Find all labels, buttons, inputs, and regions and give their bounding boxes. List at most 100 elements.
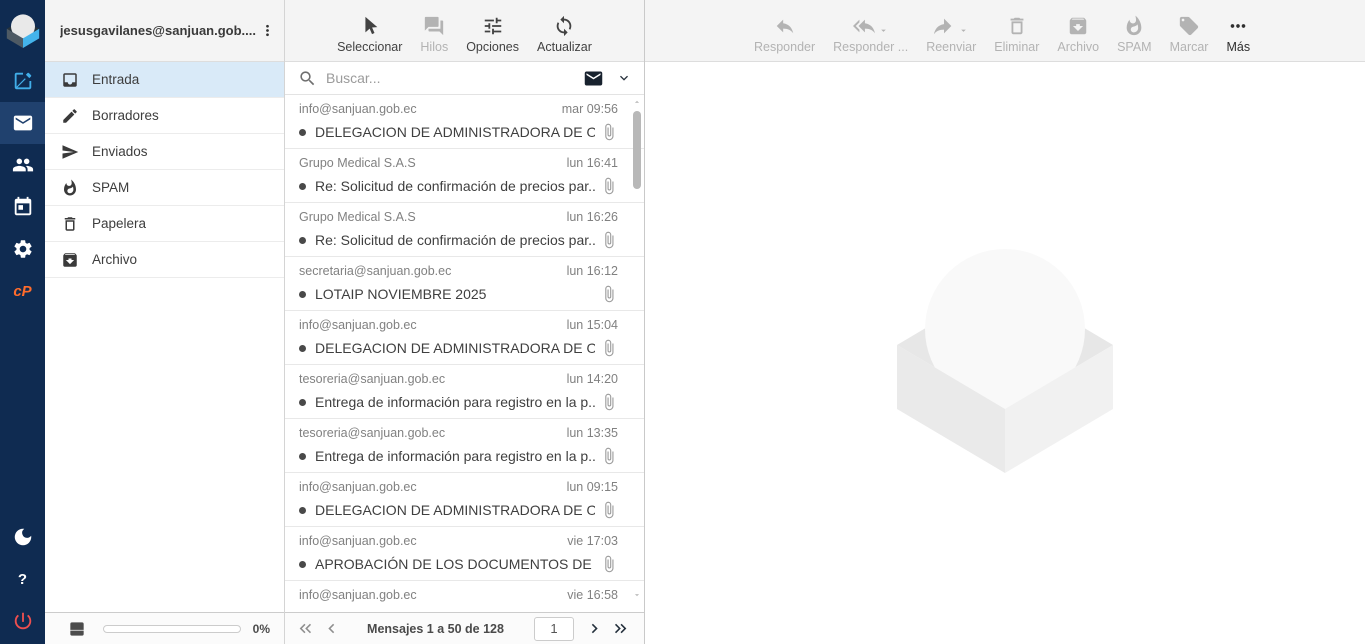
paperclip-icon	[600, 285, 618, 303]
message-sender: info@sanjuan.gob.ec	[299, 102, 417, 116]
folder-label: Papelera	[92, 216, 146, 231]
scrollbar-thumb[interactable]	[633, 111, 641, 189]
first-page-button[interactable]	[293, 617, 317, 641]
folder-item-papelera[interactable]: Papelera	[45, 206, 284, 242]
message_toolbar-button-marcar[interactable]: Marcar	[1161, 13, 1218, 54]
message-time: lun 09:15	[567, 480, 618, 494]
cpanel-icon: cP	[13, 283, 31, 300]
toolbar-button-label: SPAM	[1117, 40, 1152, 54]
calendar-icon	[12, 196, 34, 218]
message-row[interactable]: info@sanjuan.gob.ecmar 09:56DELEGACION D…	[285, 95, 644, 149]
message-row[interactable]: info@sanjuan.gob.eclun 09:15DELEGACION D…	[285, 473, 644, 527]
paperclip-icon	[600, 555, 618, 573]
message_toolbar-button-eliminar[interactable]: Eliminar	[985, 13, 1048, 54]
storage-drive-icon	[67, 619, 87, 639]
list-toolbar: Seleccionar Hilos Opciones Actualizar	[285, 0, 644, 62]
message-row[interactable]: info@sanjuan.gob.ecvie 17:03APROBACIÓN D…	[285, 527, 644, 581]
message-row[interactable]: Grupo Medical S.A.Slun 16:41Re: Solicitu…	[285, 149, 644, 203]
power-icon	[12, 610, 34, 632]
chevron-left-icon	[322, 619, 341, 638]
message-sender: tesoreria@sanjuan.gob.ec	[299, 372, 445, 386]
folder-item-borradores[interactable]: Borradores	[45, 98, 284, 134]
snappymail-logo	[0, 0, 45, 60]
folder-item-entrada[interactable]: Entrada	[45, 62, 284, 98]
message-time: lun 15:04	[567, 318, 618, 332]
search-icon[interactable]	[298, 69, 317, 88]
settings-icon	[12, 238, 34, 260]
message-sender: info@sanjuan.gob.ec	[299, 318, 417, 332]
search-input[interactable]	[326, 70, 583, 86]
account-email: jesusgavilanes@sanjuan.gob....	[60, 23, 256, 38]
message-row[interactable]: info@sanjuan.gob.ec lun 15:04 DELEGACION D…	[285, 311, 644, 365]
scrollbar-down-arrow[interactable]	[632, 590, 642, 600]
rail-item-help[interactable]: ?	[0, 558, 45, 600]
scrollbar-up-arrow[interactable]	[632, 97, 642, 107]
rail-item-logout[interactable]	[0, 600, 45, 642]
folder-item-archivo[interactable]: Archivo	[45, 242, 284, 278]
folder-item-spam[interactable]: SPAM	[45, 170, 284, 206]
message-row[interactable]: secretaria@sanjuan.gob.eclun 16:12LOTAIP…	[285, 257, 644, 311]
unread-dot	[299, 237, 306, 244]
toolbar-button-label: Marcar	[1170, 40, 1209, 54]
tag-icon	[1178, 15, 1200, 37]
unread-dot	[299, 399, 306, 406]
moon-icon	[12, 526, 34, 548]
message-list-pane: Seleccionar Hilos Opciones Actualizar info@…	[285, 0, 645, 644]
message_toolbar-button-reenviar[interactable]: Reenviar	[917, 13, 985, 54]
message-time: vie 16:58	[567, 588, 618, 602]
message-subject: Re: Solicitud de confirmación de precios…	[315, 232, 595, 248]
search-bar	[285, 62, 644, 95]
reply-icon	[774, 15, 796, 37]
message_toolbar-button-archivo[interactable]: Archivo	[1048, 13, 1108, 54]
folder-label: Borradores	[92, 108, 159, 123]
search-options-chevron-down-icon[interactable]	[616, 70, 632, 86]
prev-page-button[interactable]	[319, 617, 343, 641]
list_toolbar-button-seleccionar[interactable]: Seleccionar	[328, 13, 411, 54]
message-subject: LOTAIP NOVIEMBRE 2025	[315, 286, 595, 302]
flame-icon	[1123, 15, 1145, 37]
trash-icon	[1006, 15, 1028, 37]
account-header: jesusgavilanes@sanjuan.gob....	[45, 0, 284, 62]
message-row[interactable]: Grupo Medical S.A.Slun 16:26Re: Solicitu…	[285, 203, 644, 257]
list_toolbar-button-hilos[interactable]: Hilos	[411, 13, 457, 54]
unseen-filter-envelope-icon[interactable]	[583, 68, 604, 89]
message-row[interactable]: info@sanjuan.gob.ecvie 16:58	[285, 581, 644, 612]
message_toolbar-button-responder[interactable]: Responder ...	[824, 13, 917, 54]
contacts-icon	[12, 154, 34, 176]
page-number-input[interactable]	[534, 617, 574, 641]
list_toolbar-button-opciones[interactable]: Opciones	[457, 13, 528, 54]
message-sender: Grupo Medical S.A.S	[299, 156, 416, 170]
toolbar-button-label: Reenviar	[926, 40, 976, 54]
folder-item-enviados[interactable]: Enviados	[45, 134, 284, 170]
toolbar-button-label: Opciones	[466, 40, 519, 54]
next-page-button[interactable]	[582, 617, 606, 641]
message-subject: DELEGACION DE ADMINISTRADORA DE OR...	[315, 340, 595, 356]
list_toolbar-button-actualizar[interactable]: Actualizar	[528, 13, 601, 54]
message_toolbar-button-responder[interactable]: Responder	[745, 13, 824, 54]
caret-down-icon	[958, 25, 969, 36]
message-row[interactable]: tesoreria@sanjuan.gob.eclun 13:35Entrega…	[285, 419, 644, 473]
unread-dot	[299, 183, 306, 190]
message-row[interactable]: tesoreria@sanjuan.gob.eclun 14:20Entrega…	[285, 365, 644, 419]
rail-item-settings[interactable]	[0, 228, 45, 270]
rail-item-dark-mode[interactable]	[0, 516, 45, 558]
quota-percent: 0%	[253, 622, 270, 636]
folder-label: Enviados	[92, 144, 148, 159]
unread-dot	[299, 561, 306, 568]
account-menu-button[interactable]	[256, 18, 278, 44]
toolbar-button-label: Seleccionar	[337, 40, 402, 54]
inbox-icon	[61, 71, 79, 89]
message-subject: DELEGACION DE ADMINISTRADORA DE OR...	[315, 502, 595, 518]
last-page-button[interactable]	[608, 617, 632, 641]
forward-icon	[933, 15, 955, 37]
rail-item-calendar[interactable]	[0, 186, 45, 228]
rail-item-contacts[interactable]	[0, 144, 45, 186]
rail-item-cpanel[interactable]: cP	[0, 270, 45, 312]
message_toolbar-button-spam[interactable]: SPAM	[1108, 13, 1161, 54]
message-subject: DELEGACION DE ADMINISTRADORA DE OR...	[315, 124, 595, 140]
message-time: lun 16:41	[567, 156, 618, 170]
rail-item-mail[interactable]	[0, 102, 45, 144]
rail-item-compose[interactable]	[0, 60, 45, 102]
message_toolbar-button-más[interactable]: Más	[1217, 13, 1259, 54]
toolbar-button-label: Eliminar	[994, 40, 1039, 54]
